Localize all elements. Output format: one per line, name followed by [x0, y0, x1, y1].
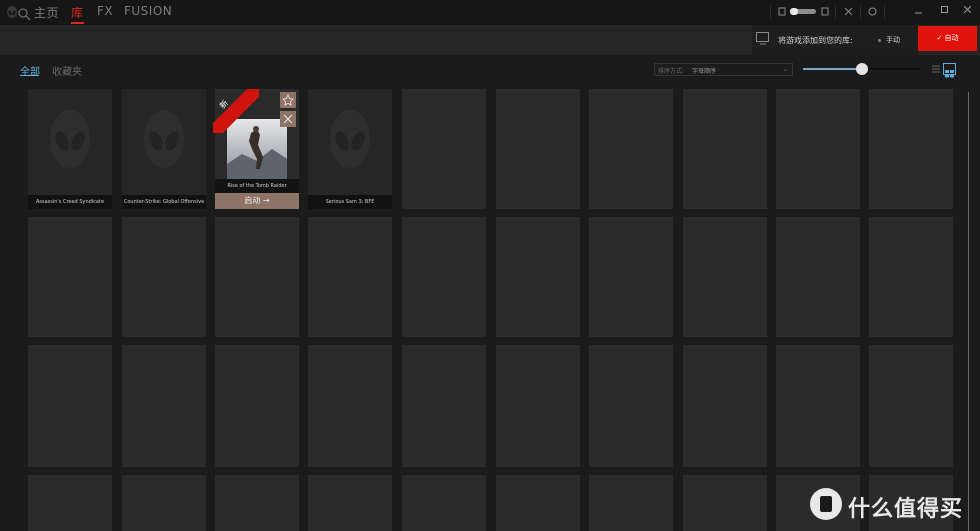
new-badge-band	[213, 89, 259, 133]
scrollbar[interactable]	[968, 92, 969, 531]
empty-slot	[308, 475, 392, 531]
grid-icon	[945, 70, 954, 78]
empty-slot	[683, 475, 767, 531]
divider	[860, 5, 861, 19]
watermark-logo	[810, 488, 842, 520]
empty-slot	[28, 217, 112, 337]
game-tile[interactable]: Assassin's Creed Syndicate	[28, 89, 112, 209]
launch-button[interactable]: 启动 →	[215, 193, 299, 209]
divider	[835, 5, 836, 19]
game-settings-button[interactable]	[280, 111, 296, 127]
empty-slot	[402, 475, 486, 531]
alien-placeholder-icon	[50, 110, 90, 168]
empty-slot	[683, 89, 767, 209]
sort-label: 排序方式:	[658, 68, 685, 75]
game-title: Serious Sam 3: BFE	[308, 195, 392, 209]
nav-item-library[interactable]: 库	[71, 4, 84, 21]
close-icon[interactable]	[964, 6, 971, 13]
sort-value[interactable]: 字母顺序	[692, 66, 716, 75]
zoom-slider-thumb[interactable]	[856, 63, 868, 75]
chevron-down-icon[interactable]: ⌄	[783, 66, 788, 73]
watermark: 什么值得买	[810, 488, 980, 522]
empty-slot	[776, 345, 860, 467]
game-title: Counter-Strike: Global Offensive	[122, 195, 206, 209]
empty-slot	[589, 217, 673, 337]
minimize-icon[interactable]	[915, 8, 922, 14]
nav-active-indicator	[71, 22, 84, 24]
search-icon[interactable]	[18, 8, 31, 21]
nav-item-fx[interactable]: FX	[97, 4, 113, 18]
empty-slot	[683, 217, 767, 337]
empty-slot	[496, 345, 580, 467]
nav-item-fusion[interactable]: FUSION	[124, 4, 172, 18]
empty-slot	[869, 345, 953, 467]
game-tile[interactable]: Serious Sam 3: BFE	[308, 89, 392, 209]
empty-slot	[122, 475, 206, 531]
monitor-icon	[756, 32, 769, 45]
manual-option-label[interactable]: 手动	[886, 35, 900, 45]
empty-slot	[28, 345, 112, 467]
game-title: Assassin's Creed Syndicate	[28, 195, 112, 209]
empty-slot	[589, 345, 673, 467]
new-badge	[213, 89, 259, 133]
empty-slot	[215, 345, 299, 467]
nav-item-home[interactable]: 主页	[34, 4, 59, 21]
empty-slot	[869, 89, 953, 209]
help-icon[interactable]	[868, 7, 877, 16]
empty-slot	[28, 475, 112, 531]
empty-slot	[496, 89, 580, 209]
auto-button[interactable]: ✓ 自动	[918, 26, 977, 51]
empty-slot	[215, 475, 299, 531]
tune-icon	[283, 114, 293, 124]
gamepad-settings-icon[interactable]	[844, 7, 853, 16]
divider	[884, 5, 885, 19]
empty-slot	[215, 217, 299, 337]
empty-slot	[496, 475, 580, 531]
divider	[770, 5, 771, 19]
add-games-label: 将游戏添加到您的库:	[778, 36, 853, 45]
empty-slot	[308, 345, 392, 467]
empty-slot	[496, 217, 580, 337]
moon-icon	[778, 7, 786, 16]
favorite-button[interactable]	[280, 92, 296, 108]
empty-slot	[122, 345, 206, 467]
alien-placeholder-icon	[144, 110, 184, 168]
watermark-text: 什么值得买	[848, 497, 964, 522]
empty-slot	[589, 475, 673, 531]
empty-slot	[402, 345, 486, 467]
tab-active-indicator	[20, 75, 39, 76]
empty-slot	[589, 89, 673, 209]
empty-slot	[402, 89, 486, 209]
empty-slot	[122, 217, 206, 337]
game-tile[interactable]: Counter-Strike: Global Offensive	[122, 89, 206, 209]
manual-radio[interactable]	[878, 39, 881, 42]
watermark-logo-glyph	[820, 496, 832, 512]
empty-slot	[776, 89, 860, 209]
star-icon	[282, 93, 294, 106]
empty-slot	[402, 217, 486, 337]
alien-placeholder-icon	[330, 110, 370, 168]
zoom-slider-fill	[803, 68, 863, 70]
grid-view-icon[interactable]	[943, 63, 956, 78]
empty-slot	[869, 217, 953, 337]
game-title: Rise of the Tomb Raider	[215, 179, 299, 193]
maximize-icon[interactable]	[941, 6, 948, 13]
empty-slot	[308, 217, 392, 337]
tab-favorites[interactable]: 收藏夹	[52, 63, 82, 78]
empty-slot	[776, 217, 860, 337]
sun-icon	[821, 7, 829, 16]
theme-toggle[interactable]	[790, 8, 816, 15]
list-view-icon[interactable]	[932, 65, 940, 73]
toggle-knob	[790, 8, 798, 15]
empty-slot	[683, 345, 767, 467]
alienware-logo-icon	[7, 6, 17, 18]
